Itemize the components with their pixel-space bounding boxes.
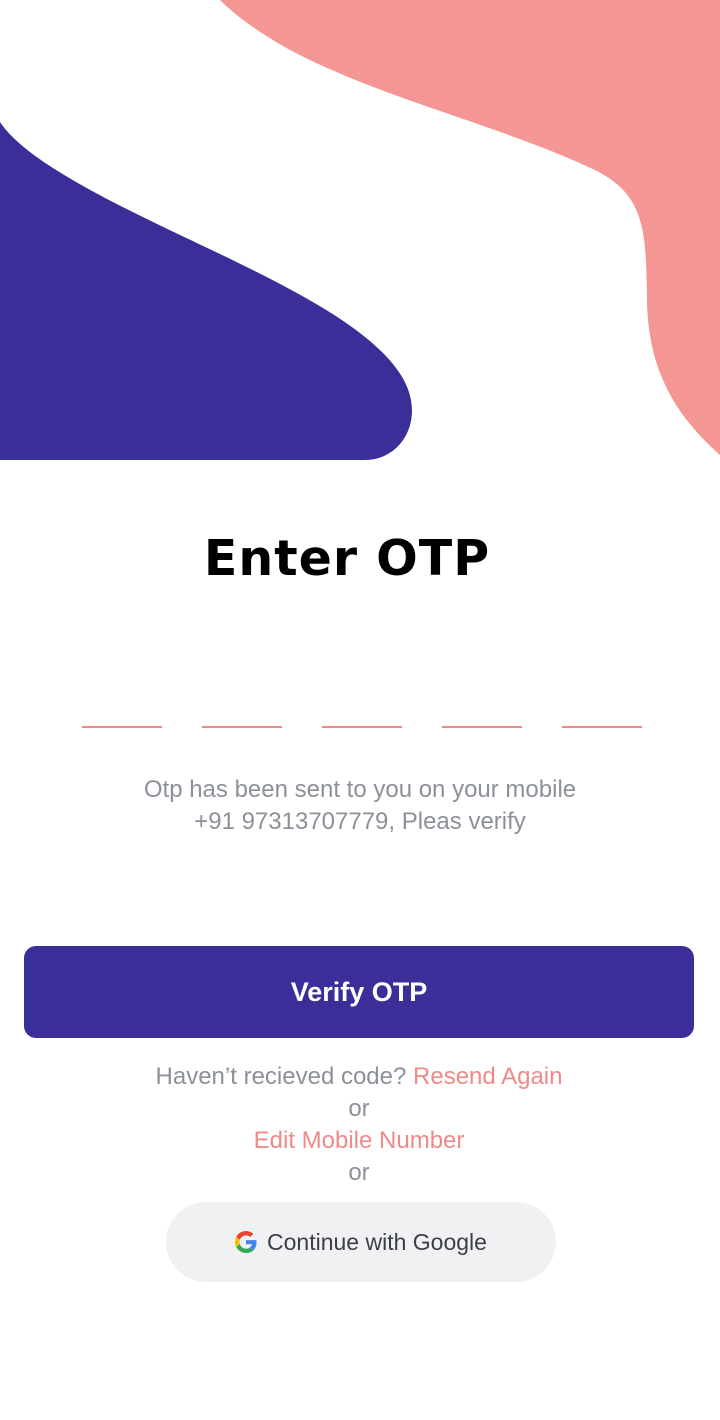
or-separator-2: or — [348, 1159, 370, 1186]
verify-otp-button[interactable]: Verify OTP — [24, 946, 694, 1038]
continue-with-google-button[interactable]: Continue with Google — [166, 1202, 556, 1282]
otp-digit-4[interactable] — [442, 690, 522, 728]
edit-mobile-number-link[interactable]: Edit Mobile Number — [254, 1127, 465, 1154]
otp-info-message: Otp has been sent to you on your mobile … — [0, 774, 720, 838]
or-separator-1: or — [348, 1095, 370, 1122]
otp-digit-3[interactable] — [322, 690, 402, 728]
otp-digit-2[interactable] — [202, 690, 282, 728]
google-button-label: Continue with Google — [267, 1228, 487, 1255]
otp-info-line-2: +91 97313707779, Pleas verify — [194, 808, 526, 835]
google-g-icon — [235, 1231, 257, 1253]
otp-input-group — [82, 690, 642, 730]
background-shapes — [0, 0, 720, 460]
otp-digit-1[interactable] — [82, 690, 162, 728]
page-title: Enter OTP — [203, 530, 491, 587]
resend-again-link[interactable]: Resend Again — [413, 1063, 562, 1090]
alternate-actions: Haven’t recieved code? Resend Again or E… — [0, 1061, 718, 1189]
indigo-blob — [0, 122, 412, 460]
resend-line: Haven’t recieved code? Resend Again — [0, 1061, 718, 1093]
otp-info-line-1: Otp has been sent to you on your mobile — [143, 776, 577, 803]
not-received-text: Haven’t recieved code? — [155, 1063, 414, 1090]
otp-digit-5[interactable] — [562, 690, 642, 728]
